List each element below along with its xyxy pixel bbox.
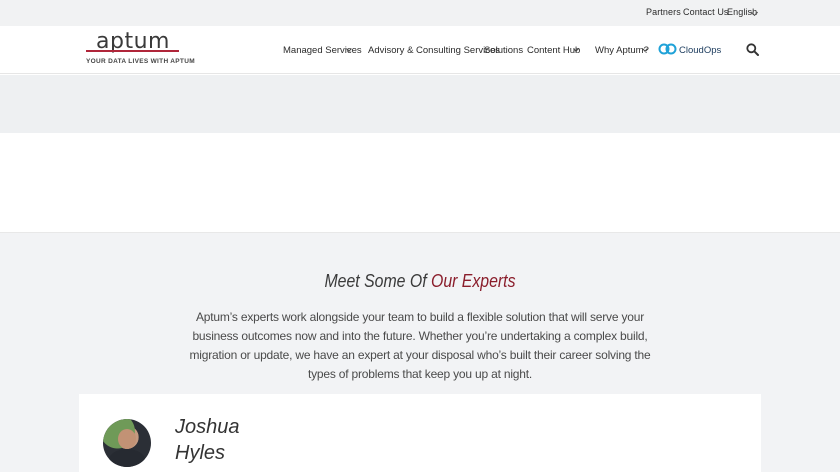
contact-us-link[interactable]: Contact Us (683, 7, 729, 17)
experts-section: Meet Some Of Our Experts Aptum’s experts… (0, 232, 840, 472)
utility-bar: Partners Contact Us English (0, 0, 840, 26)
search-icon[interactable] (746, 43, 759, 56)
experts-heading-plain: Meet Some Of (324, 271, 431, 291)
cloudops-icon[interactable] (658, 43, 677, 55)
site-header: aptum YOUR DATA LIVES WITH APTUM Managed… (0, 26, 840, 74)
aptum-logo[interactable]: aptum YOUR DATA LIVES WITH APTUM (86, 29, 195, 71)
partners-link[interactable]: Partners (646, 7, 681, 17)
expert-card[interactable]: Joshua Hyles (79, 394, 761, 472)
nav-content-hub[interactable]: Content Hub (527, 45, 580, 56)
nav-advisory-consulting[interactable]: Advisory & Consulting Services (368, 45, 500, 56)
nav-why-aptum[interactable]: Why Aptum? (595, 45, 649, 56)
logo-underline (86, 50, 179, 52)
experts-heading: Meet Some Of Our Experts (50, 271, 789, 292)
expert-last-name: Hyles (175, 442, 226, 464)
nav-cloudops[interactable]: CloudOps (679, 45, 721, 56)
experts-description: Aptum’s experts work alongside your team… (189, 310, 651, 381)
experts-heading-accent: Our Experts (431, 271, 516, 291)
expert-first-name: Joshua (175, 416, 240, 438)
logo-tagline: YOUR DATA LIVES WITH APTUM (86, 58, 195, 65)
avatar (103, 419, 151, 467)
nav-solutions[interactable]: Solutions (484, 45, 523, 56)
hero-band (0, 75, 840, 133)
